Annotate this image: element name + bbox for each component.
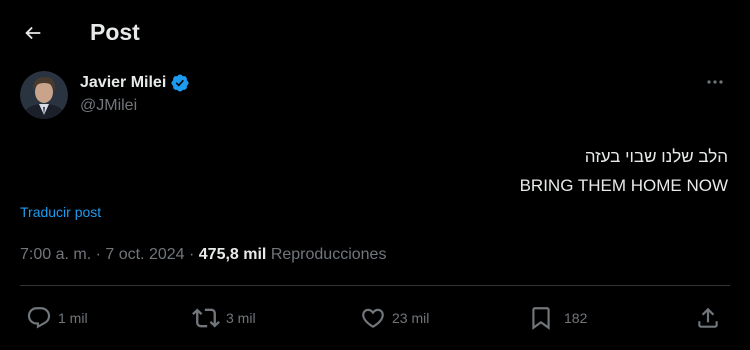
post-date[interactable]: 7 oct. 2024 xyxy=(105,246,184,263)
meta-separator: · xyxy=(184,246,199,263)
tweet-line-english: BRING THEM HOME NOW xyxy=(519,176,728,195)
like-count: 23 mil xyxy=(392,310,430,326)
repost-count: 3 mil xyxy=(226,310,256,326)
verified-badge-icon xyxy=(170,73,190,93)
author-handle[interactable]: @JMilei xyxy=(80,97,137,115)
action-bar: 1 mil 3 mil 23 mil 182 xyxy=(0,300,750,336)
views-count: 475,8 mil xyxy=(198,246,267,263)
arrow-left-icon xyxy=(25,26,41,40)
tweet-text: הלב שלנו שבוי בעזה BRING THEM HOME NOW xyxy=(520,142,728,200)
bookmark-icon xyxy=(532,307,550,330)
translate-post-link[interactable]: Traducir post xyxy=(20,204,101,220)
divider xyxy=(20,285,730,286)
author-name-row: Javier Milei xyxy=(80,72,190,94)
avatar[interactable] xyxy=(20,71,68,119)
like-button[interactable]: 23 mil xyxy=(360,300,429,336)
repost-icon xyxy=(192,308,220,328)
share-icon xyxy=(698,307,718,328)
author-name[interactable]: Javier Milei xyxy=(80,74,166,92)
more-options-button[interactable] xyxy=(700,70,730,94)
share-button[interactable] xyxy=(695,300,721,336)
reply-button[interactable]: 1 mil xyxy=(26,300,88,336)
meta-separator: · xyxy=(91,246,106,263)
post-header: Post xyxy=(0,0,750,64)
post-time[interactable]: 7:00 a. m. xyxy=(20,246,91,263)
reply-icon xyxy=(27,307,51,329)
post-meta: 7:00 a. m. · 7 oct. 2024 · 475,8 mil Rep… xyxy=(20,246,386,264)
repost-button[interactable]: 3 mil xyxy=(192,300,256,336)
page-title: Post xyxy=(90,19,140,45)
heart-icon xyxy=(362,308,384,328)
more-horizontal-icon xyxy=(707,80,723,84)
back-button[interactable] xyxy=(18,18,48,48)
reply-count: 1 mil xyxy=(58,310,88,326)
bookmark-count: 182 xyxy=(564,310,588,326)
bookmark-button[interactable]: 182 xyxy=(528,300,587,336)
views-label: Reproducciones xyxy=(270,246,387,263)
tweet-line-hebrew: הלב שלנו שבוי בעזה xyxy=(584,147,728,166)
